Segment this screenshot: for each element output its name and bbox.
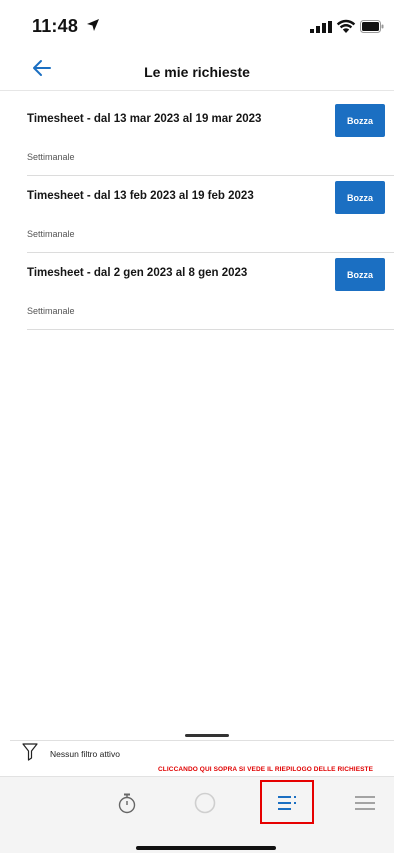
- request-subtitle: Settimanale: [27, 152, 75, 162]
- cellular-signal-icon: [310, 21, 332, 33]
- request-title: Timesheet - dal 2 gen 2023 al 8 gen 2023: [27, 267, 248, 279]
- navigation-header: Le mie richieste: [0, 52, 394, 92]
- status-badge[interactable]: Bozza: [335, 104, 385, 137]
- status-time: 11:48: [32, 16, 79, 36]
- header-divider: [0, 90, 394, 91]
- tab-highlight-box: [260, 780, 314, 824]
- request-title: Timesheet - dal 13 feb 2023 al 19 feb 20…: [27, 190, 254, 202]
- request-item[interactable]: Timesheet - dal 13 mar 2023 al 19 mar 20…: [27, 99, 394, 176]
- stopwatch-icon[interactable]: [115, 791, 139, 815]
- request-item[interactable]: Timesheet - dal 2 gen 2023 al 8 gen 2023…: [27, 253, 394, 330]
- menu-icon[interactable]: [353, 791, 377, 815]
- request-title: Timesheet - dal 13 mar 2023 al 19 mar 20…: [27, 113, 262, 125]
- status-bar: 11:48: [0, 0, 394, 44]
- annotation-note: CLICCANDO QUI SOPRA SI VEDE IL RIEPILOGO…: [158, 766, 374, 773]
- location-arrow-icon: [87, 19, 99, 31]
- tab-bar: [0, 776, 394, 853]
- request-item[interactable]: Timesheet - dal 13 feb 2023 al 19 feb 20…: [27, 176, 394, 253]
- circle-icon[interactable]: [193, 791, 217, 815]
- status-badge[interactable]: Bozza: [335, 181, 385, 214]
- request-subtitle: Settimanale: [27, 229, 75, 239]
- filter-icon[interactable]: [22, 743, 38, 761]
- request-subtitle: Settimanale: [27, 306, 75, 316]
- wifi-icon: [336, 19, 356, 33]
- filter-status-label: Nessun filtro attivo: [50, 749, 120, 759]
- status-badge[interactable]: Bozza: [335, 258, 385, 291]
- sheet-drag-handle[interactable]: [185, 734, 229, 737]
- home-indicator[interactable]: [136, 846, 276, 850]
- battery-icon: [360, 20, 384, 33]
- page-title: Le mie richieste: [144, 64, 250, 80]
- request-list: Timesheet - dal 13 mar 2023 al 19 mar 20…: [27, 99, 394, 330]
